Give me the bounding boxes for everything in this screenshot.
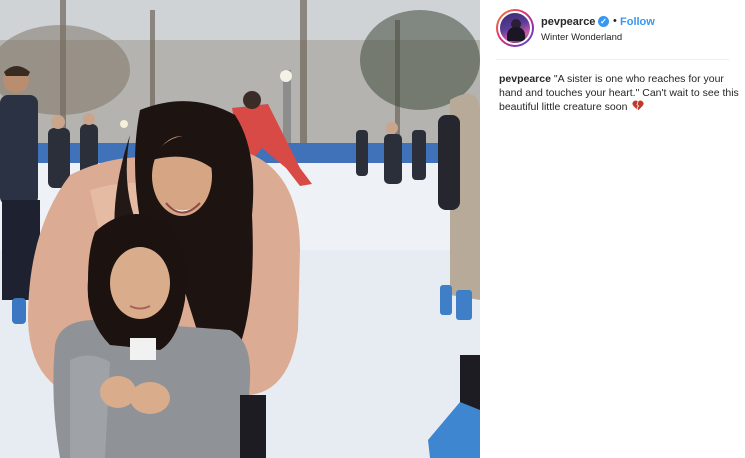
broken-heart-icon [632,100,644,111]
separator-dot: • [613,15,617,27]
avatar[interactable] [496,9,534,47]
photo-illustration [0,0,480,458]
post-side-panel: pevpearce ✓ • Follow Winter Wonderland p… [480,0,745,458]
post-header: pevpearce ✓ • Follow Winter Wonderland [480,0,745,59]
username-link[interactable]: pevpearce [541,16,595,28]
avatar-figure-body [507,27,525,41]
post-photo[interactable] [0,0,480,458]
follow-button[interactable]: Follow [620,16,655,28]
verified-badge-icon: ✓ [598,16,609,27]
avatar-image [498,11,532,45]
caption-username-link[interactable]: pevpearce [499,73,551,85]
location-link[interactable]: Winter Wonderland [541,32,622,43]
post-caption: pevpearce "A sister is one who reaches f… [499,72,739,114]
header-divider [496,59,729,60]
